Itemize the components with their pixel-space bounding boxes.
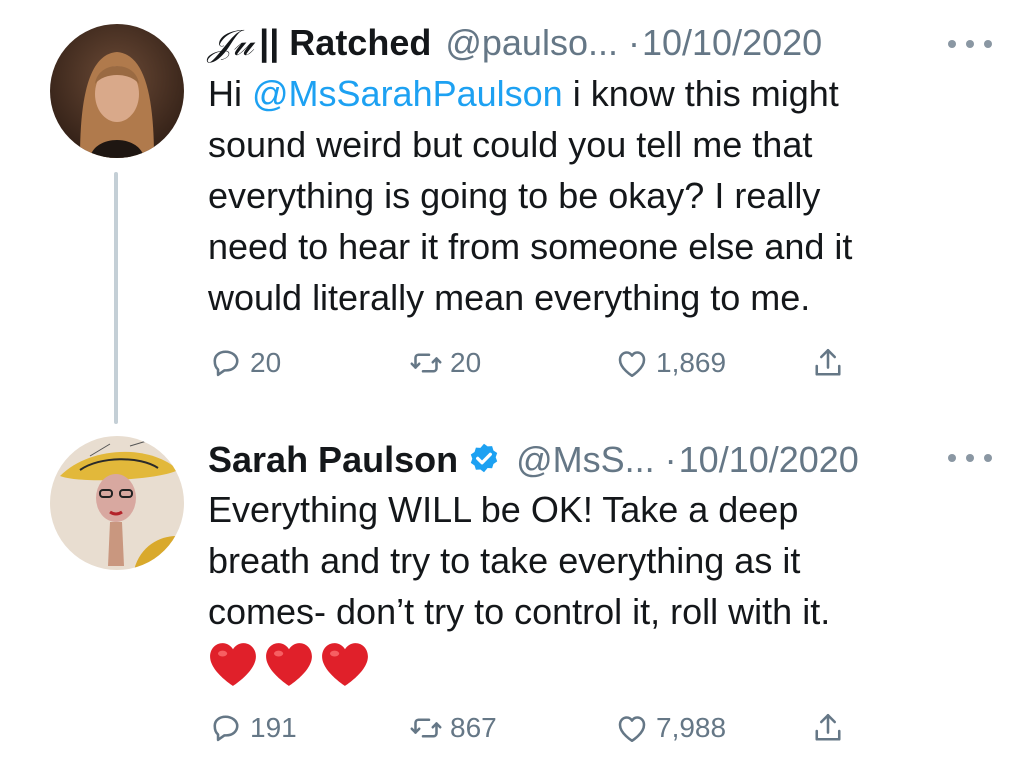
reply-count: 191 xyxy=(250,712,297,743)
text-line: need to hear it from someone else and it xyxy=(208,226,853,267)
display-name-text: || Ratched xyxy=(259,22,432,63)
retweet-count: 20 xyxy=(450,347,482,378)
text-line: comes- don’t try to control it, roll wit… xyxy=(208,591,831,632)
text-line: sound weird but could you tell me that xyxy=(208,124,813,165)
verified-badge-icon xyxy=(470,443,498,473)
like-button[interactable]: 7,988 xyxy=(614,708,726,748)
like-icon xyxy=(618,351,646,378)
more-icon[interactable] xyxy=(948,450,992,466)
tweet-1[interactable]: 𝒥𝓊 || Ratched @paulso... · 10/10/2020 Hi … xyxy=(0,0,1024,424)
tweet-text: Hi @MsSarahPaulson i know this might sou… xyxy=(208,68,968,323)
reply-button[interactable]: 191 xyxy=(208,708,297,748)
text-line: would literally mean everything to me. xyxy=(208,277,811,318)
text-line: everything is going to be okay? I really xyxy=(208,175,821,216)
reply-count: 20 xyxy=(250,347,282,378)
tweet-actions: 20 20 1,869 xyxy=(208,343,858,383)
like-count: 7,988 xyxy=(656,712,727,743)
thread-line xyxy=(114,172,118,424)
tweet-header: Sarah Paulson @MsS... · 10/10/2020 xyxy=(208,436,984,481)
emoji-row xyxy=(208,641,968,687)
tweet-date[interactable]: 10/10/2020 xyxy=(679,439,859,481)
tweet-2[interactable]: Sarah Paulson @MsS... · 10/10/2020 Every… xyxy=(0,400,1024,762)
share-button[interactable] xyxy=(810,708,852,748)
text-line: breath and try to take everything as it xyxy=(208,540,801,581)
mention-link[interactable]: @MsSarahPaulson xyxy=(252,73,563,114)
red-heart-icon xyxy=(210,643,256,686)
retweet-button[interactable]: 20 xyxy=(408,343,481,383)
red-heart-icon xyxy=(266,643,312,686)
avatar[interactable] xyxy=(50,24,184,158)
reply-button[interactable]: 20 xyxy=(208,343,281,383)
more-icon[interactable] xyxy=(948,36,992,52)
red-heart-icon xyxy=(322,643,368,686)
avatar[interactable] xyxy=(50,436,184,570)
like-icon xyxy=(618,716,646,743)
share-icon xyxy=(815,348,841,376)
like-count: 1,869 xyxy=(656,347,727,378)
retweet-icon xyxy=(410,353,442,373)
separator-dot: · xyxy=(627,22,640,63)
reply-icon xyxy=(213,350,239,377)
display-name[interactable]: Sarah Paulson xyxy=(208,439,458,481)
retweet-button[interactable]: 867 xyxy=(408,708,497,748)
reply-icon xyxy=(213,715,239,742)
tweet-header: 𝒥𝓊 || Ratched @paulso... · 10/10/2020 xyxy=(208,22,984,65)
retweet-count: 867 xyxy=(450,712,497,743)
text-line: Everything WILL be OK! Take a deep xyxy=(208,489,799,530)
tweet-actions: 191 867 7,988 xyxy=(208,708,858,748)
text-line: i know this might xyxy=(562,73,839,114)
separator-dot: · xyxy=(664,439,677,480)
like-button[interactable]: 1,869 xyxy=(614,343,726,383)
tweet-date[interactable]: 10/10/2020 xyxy=(642,22,822,64)
tweet-text: Everything WILL be OK! Take a deep breat… xyxy=(208,484,968,687)
display-name[interactable]: 𝒥𝓊 || Ratched xyxy=(208,22,431,65)
share-button[interactable] xyxy=(810,343,852,383)
display-name-prefix: 𝒥𝓊 xyxy=(208,23,254,64)
share-icon xyxy=(815,713,841,741)
retweet-icon xyxy=(410,718,442,738)
user-handle[interactable]: @paulso... xyxy=(445,22,618,64)
user-handle[interactable]: @MsS... xyxy=(516,439,655,481)
text-prefix: Hi xyxy=(208,73,252,114)
